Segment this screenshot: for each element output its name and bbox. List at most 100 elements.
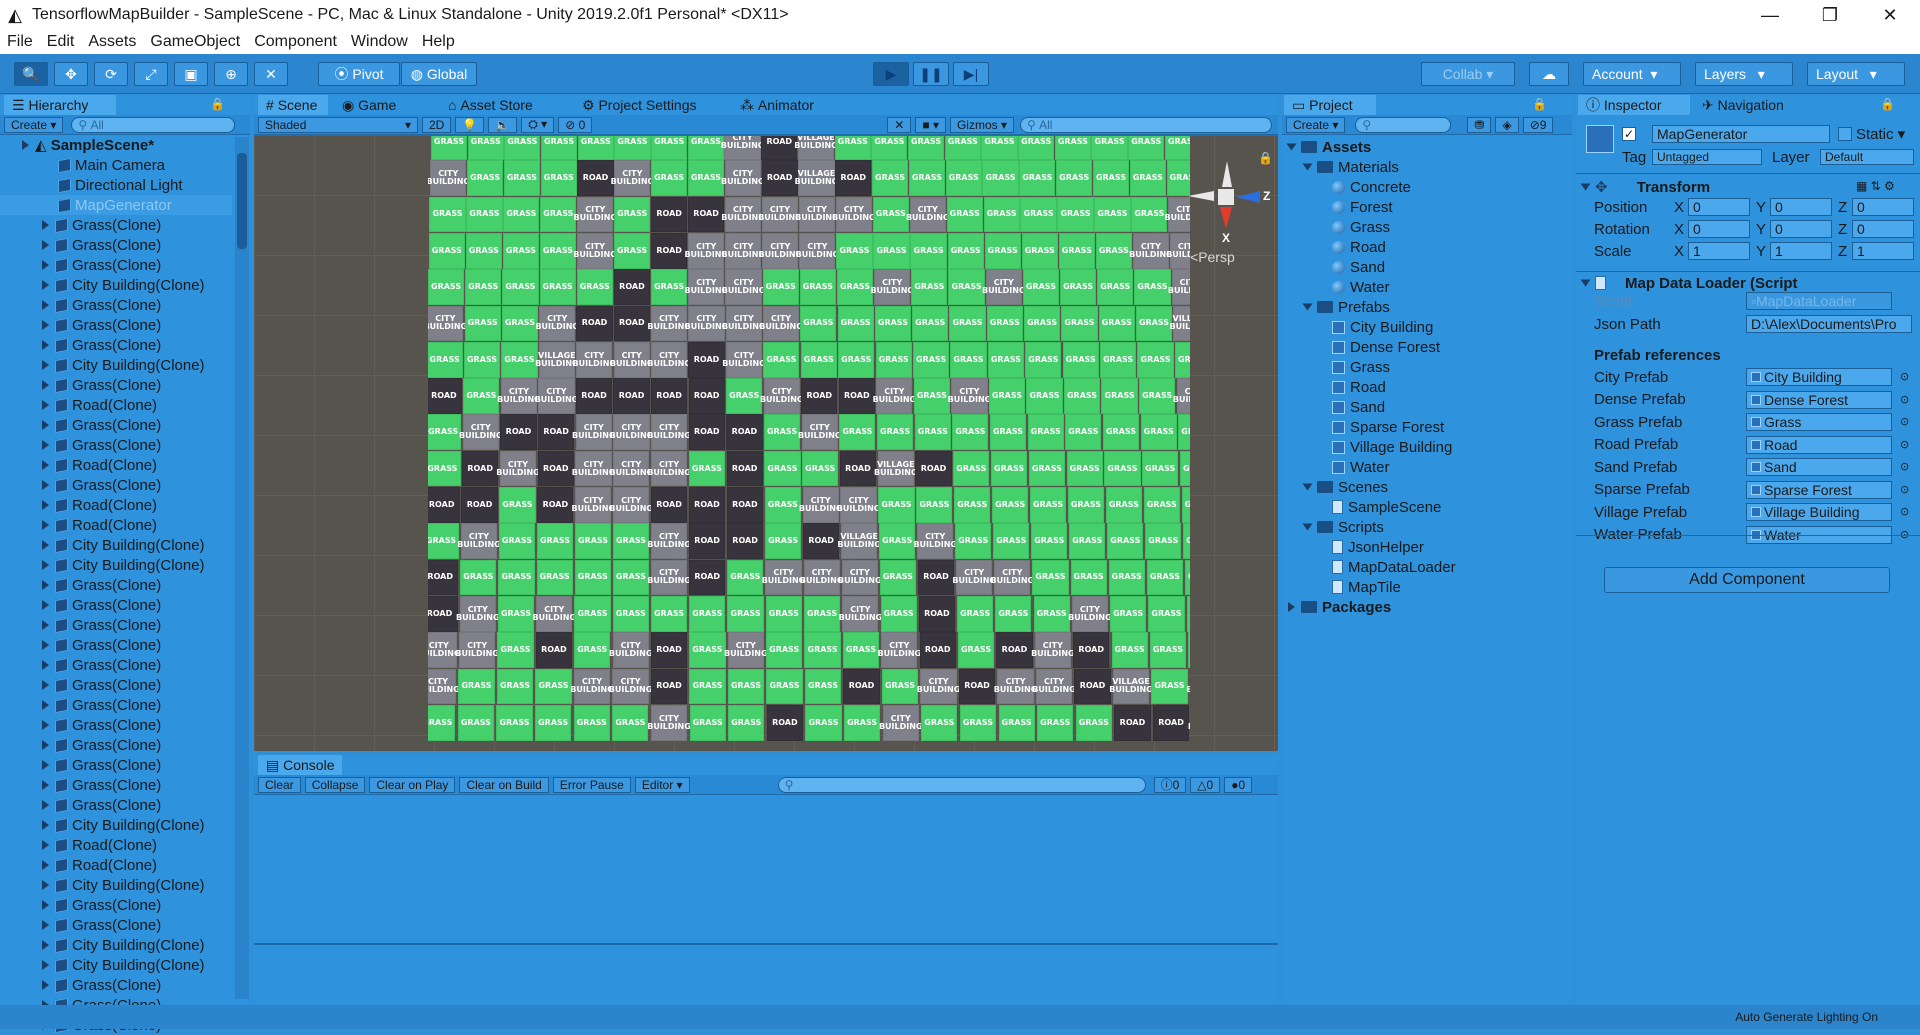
map-tile[interactable]: GRASS	[1130, 160, 1166, 196]
gizmo-center[interactable]	[1218, 189, 1234, 205]
map-tile[interactable]: ROAD	[500, 414, 536, 450]
gizmo-z-cone[interactable]	[1236, 191, 1260, 203]
hierarchy-item[interactable]: Grass(Clone)	[0, 975, 232, 995]
map-tile[interactable]: GRASS	[982, 160, 1018, 196]
hierarchy-item[interactable]: City Building(Clone)	[0, 555, 232, 575]
map-tile[interactable]: GRASS	[1093, 160, 1129, 196]
lighting-icon[interactable]: 💡	[455, 117, 484, 133]
move-tool-icon[interactable]: ✥	[54, 62, 88, 86]
map-tile[interactable]: GRASS	[766, 669, 802, 705]
map-tile[interactable]: GRASS	[954, 487, 990, 523]
expand-icon[interactable]	[42, 440, 49, 450]
hierarchy-item[interactable]: Grass(Clone)	[0, 255, 232, 275]
menu-window[interactable]: Window	[344, 33, 415, 51]
map-tile[interactable]: GRASS	[1178, 414, 1190, 450]
hierarchy-item[interactable]: Grass(Clone)	[0, 915, 232, 935]
expand-icon[interactable]	[42, 780, 49, 790]
map-tile[interactable]: GRASS	[766, 632, 802, 668]
map-tile[interactable]: ROAD	[915, 451, 951, 487]
tab-inspector[interactable]: ⓘ Inspector	[1578, 95, 1690, 115]
map-tile[interactable]: GRASS	[800, 269, 836, 305]
map-tile[interactable]: GRASS	[689, 596, 725, 632]
map-tile[interactable]: GRASS	[537, 523, 573, 559]
map-tile[interactable]: GRASS	[499, 487, 535, 523]
expand-icon[interactable]	[1303, 484, 1313, 491]
transform-rotation-z-field[interactable]: 0	[1852, 220, 1914, 238]
map-tile[interactable]: GRASS	[1187, 596, 1190, 632]
map-tile[interactable]: GRASS	[1065, 414, 1101, 450]
project-item[interactable]: Sand	[1332, 397, 1385, 417]
map-tile[interactable]: GRASS	[1167, 160, 1190, 196]
project-item[interactable]: Grass	[1332, 357, 1390, 377]
map-tile[interactable]: GRASS	[428, 342, 463, 378]
map-tile[interactable]: GRASS	[1101, 378, 1137, 414]
map-tile[interactable]: GRASS	[987, 306, 1023, 342]
static-label[interactable]: Static ▾	[1856, 124, 1905, 144]
map-tile[interactable]: GRASS	[1110, 596, 1146, 632]
map-tile[interactable]: GRASS	[497, 669, 533, 705]
map-tile[interactable]: GRASS	[1185, 560, 1190, 596]
map-tile[interactable]: CITY BUILDING	[1170, 233, 1190, 269]
hierarchy-item[interactable]: MapGenerator	[0, 195, 232, 215]
hierarchy-item[interactable]: Grass(Clone)	[0, 315, 232, 335]
map-tile[interactable]: GRASS	[1024, 306, 1060, 342]
expand-icon[interactable]	[42, 620, 49, 630]
axis-label-x[interactable]: X	[1674, 241, 1684, 261]
map-tile[interactable]: GRASS	[948, 269, 984, 305]
project-item[interactable]: Water	[1332, 277, 1389, 297]
expand-icon[interactable]	[42, 600, 49, 610]
map-tile[interactable]: ROAD	[996, 632, 1032, 668]
project-item[interactable]: MapTile	[1332, 577, 1401, 597]
map-tile[interactable]: CITY BUILDING	[725, 160, 761, 196]
map-tile[interactable]: CITY BUILDING	[762, 233, 798, 269]
map-tile[interactable]: GRASS	[428, 269, 464, 305]
map-tile[interactable]: GRASS	[1059, 233, 1095, 269]
map-tile[interactable]: GRASS	[952, 414, 988, 450]
map-tile[interactable]: GRASS	[1096, 233, 1132, 269]
menu-edit[interactable]: Edit	[40, 33, 82, 51]
map-tile[interactable]: GRASS	[805, 705, 841, 741]
hierarchy-item[interactable]: Grass(Clone)	[0, 655, 232, 675]
project-item[interactable]: Sparse Forest	[1332, 417, 1444, 437]
expand-icon[interactable]	[1303, 304, 1313, 311]
map-tile[interactable]: GRASS	[466, 197, 502, 233]
project-item[interactable]: Packages	[1288, 597, 1391, 617]
map-tile[interactable]: GRASS	[540, 197, 576, 233]
map-tile[interactable]: GRASS	[613, 523, 649, 559]
expand-icon[interactable]	[42, 980, 49, 990]
map-tile[interactable]: GRASS	[879, 523, 915, 559]
project-item[interactable]: Water	[1332, 457, 1389, 477]
map-tile[interactable]: ROAD	[536, 632, 572, 668]
map-tile[interactable]: GRASS	[1056, 160, 1092, 196]
shading-dropdown[interactable]: Shaded▾	[258, 117, 418, 133]
map-tile[interactable]: ROAD	[576, 306, 612, 342]
transform-header[interactable]: ✥ Transform	[1582, 177, 1710, 197]
map-tile[interactable]: GRASS	[1142, 451, 1178, 487]
map-tile[interactable]: GRASS	[872, 160, 908, 196]
map-tile[interactable]: GRASS	[1097, 269, 1133, 305]
hierarchy-item[interactable]: Grass(Clone)	[0, 795, 232, 815]
map-tile[interactable]: VILLAGE BUILDING	[798, 160, 834, 196]
map-tile[interactable]: GRASS	[1099, 306, 1135, 342]
filter-type-icon[interactable]: ⛃	[1467, 117, 1491, 133]
expand-icon[interactable]	[42, 400, 49, 410]
menu-gameobject[interactable]: GameObject	[143, 33, 247, 51]
axis-label-y[interactable]: Y	[1756, 241, 1766, 261]
map-tile[interactable]: CITY BUILDING	[881, 632, 917, 668]
map-tile[interactable]: CITY BUILDING	[724, 136, 760, 160]
tab-console[interactable]: ▤ Console	[258, 755, 342, 775]
prefab-ref-field[interactable]: Dense Forest	[1746, 391, 1892, 409]
map-tile[interactable]: CITY BUILDING	[920, 669, 956, 705]
map-tile[interactable]: CITY BUILDING	[799, 233, 835, 269]
map-tile[interactable]: CITY BUILDING	[688, 306, 724, 342]
map-tile[interactable]: CITY BUILDING	[842, 560, 878, 596]
map-tile[interactable]: GRASS	[503, 197, 539, 233]
map-tile[interactable]: GRASS	[882, 669, 918, 705]
map-tile[interactable]: ROAD	[1074, 669, 1110, 705]
map-tile[interactable]: CITY BUILDING	[836, 197, 872, 233]
hierarchy-item[interactable]: Grass(Clone)	[0, 575, 232, 595]
project-item[interactable]: Prefabs	[1304, 297, 1390, 317]
map-tile[interactable]: GRASS	[765, 523, 801, 559]
map-tile[interactable]: CITY BUILDING	[910, 197, 946, 233]
map-tile[interactable]: GRASS	[1094, 197, 1130, 233]
